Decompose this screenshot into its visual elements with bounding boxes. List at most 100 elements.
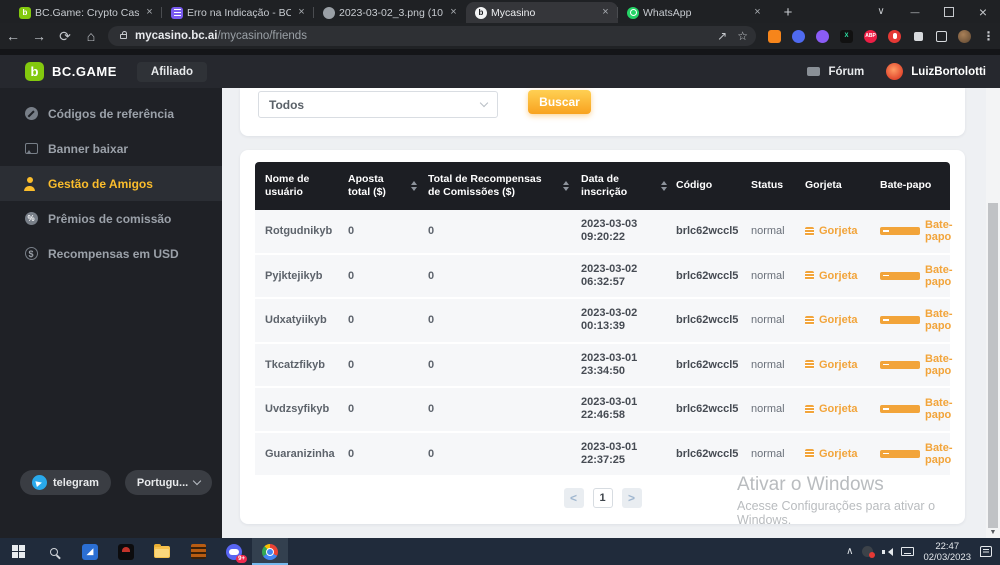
- username[interactable]: LuizBortolotti: [911, 66, 986, 78]
- search-icon: [50, 548, 58, 556]
- tip-link[interactable]: Gorjeta: [805, 270, 880, 282]
- cell-status: normal: [751, 270, 805, 282]
- close-icon[interactable]: [143, 6, 156, 19]
- tray-expand-icon[interactable]: ∧: [846, 546, 853, 557]
- forward-icon[interactable]: →: [26, 28, 52, 44]
- tip-link[interactable]: Gorjeta: [805, 403, 880, 415]
- close-icon[interactable]: [447, 6, 460, 19]
- language-selector[interactable]: Portugu...: [125, 470, 212, 495]
- bookmark-star-icon[interactable]: ☆: [737, 29, 748, 43]
- sidebar-item-commission-rewards[interactable]: % Prêmios de comissão: [0, 201, 222, 236]
- minimize-button[interactable]: [898, 0, 932, 23]
- taskbar-chrome-app[interactable]: [252, 538, 288, 565]
- chat-link[interactable]: Bate-papo: [880, 264, 942, 288]
- chat-bubble-icon: [880, 405, 920, 413]
- cell-bet: 0: [348, 448, 428, 460]
- next-page-button[interactable]: >: [622, 488, 642, 508]
- column-header-date[interactable]: Data de inscrição: [581, 173, 651, 199]
- sort-icon[interactable]: [400, 178, 428, 194]
- tab-png-file[interactable]: 2023-03-02_3.png (1024×76: [314, 2, 466, 23]
- start-button[interactable]: [0, 538, 36, 565]
- language-label: Portugu...: [137, 477, 188, 489]
- extensions-puzzle-icon[interactable]: [912, 30, 925, 43]
- taskbar-game-app[interactable]: [108, 538, 144, 565]
- page-scrollbar[interactable]: ▼: [986, 88, 1000, 538]
- address-bar[interactable]: mycasino.bc.ai/mycasino/friends ↗ ☆: [108, 26, 756, 46]
- prev-page-button[interactable]: <: [564, 488, 584, 508]
- tip-link[interactable]: Gorjeta: [805, 314, 880, 326]
- chat-link[interactable]: Bate-papo: [880, 219, 942, 243]
- tab-whatsapp[interactable]: WhatsApp: [618, 2, 770, 23]
- keyboard-icon[interactable]: [901, 547, 914, 556]
- hand-extension-icon[interactable]: [888, 30, 901, 43]
- bcgame-white-icon: b: [475, 7, 487, 19]
- sidebar-item-banner-download[interactable]: Banner baixar: [0, 131, 222, 166]
- column-header-name: Nome de usuário: [255, 173, 348, 199]
- taskbar-discord-app[interactable]: 9+: [216, 538, 252, 565]
- taskbar-file-explorer[interactable]: [144, 538, 180, 565]
- type-select[interactable]: Todos: [258, 91, 498, 118]
- telegram-button[interactable]: telegram: [20, 470, 111, 495]
- chat-link[interactable]: Bate-papo: [880, 397, 942, 421]
- close-window-button[interactable]: [966, 0, 1000, 23]
- chat-bubble-icon: [880, 227, 920, 235]
- forum-link[interactable]: Fórum: [828, 66, 864, 78]
- tab-search-chevron-icon[interactable]: [864, 0, 898, 23]
- tip-link[interactable]: Gorjeta: [805, 225, 880, 237]
- sidebar-item-referral-codes[interactable]: Códigos de referência: [0, 96, 222, 131]
- page-number-button[interactable]: 1: [593, 488, 613, 508]
- taskbar-cheat-engine-app[interactable]: [180, 538, 216, 565]
- home-icon[interactable]: ⌂: [78, 28, 104, 44]
- maximize-button[interactable]: [932, 0, 966, 23]
- notification-center-icon[interactable]: [980, 546, 992, 557]
- taskbar-search-button[interactable]: [36, 538, 72, 565]
- close-icon[interactable]: [295, 6, 308, 19]
- close-icon[interactable]: [751, 6, 764, 19]
- new-tab-button[interactable]: +: [776, 3, 800, 23]
- share-icon[interactable]: ↗: [717, 29, 727, 43]
- reload-icon[interactable]: ⟳: [52, 28, 78, 45]
- scrollbar-down-arrow-icon[interactable]: ▼: [986, 528, 1000, 538]
- bcgame-logo[interactable]: b: [25, 62, 44, 81]
- tab-title: Mycasino: [491, 7, 595, 19]
- metamask-icon[interactable]: [768, 30, 781, 43]
- green-x-extension-icon[interactable]: X: [840, 30, 853, 43]
- blue-extension-icon[interactable]: [792, 30, 805, 43]
- sort-icon[interactable]: [651, 178, 676, 194]
- tab-title: 2023-03-02_3.png (1024×76: [339, 7, 443, 19]
- tab-erro-indicacao[interactable]: Erro na Indicação - BC.Game: [162, 2, 314, 23]
- sidebar-item-usd-rewards[interactable]: $ Recompensas em USD: [0, 236, 222, 271]
- sidebar-item-label: Recompensas em USD: [48, 247, 179, 261]
- tab-mycasino-active[interactable]: b Mycasino: [466, 2, 618, 23]
- search-button[interactable]: Buscar: [528, 90, 591, 114]
- tab-bcgame[interactable]: b BC.Game: Crypto Casino Gam: [10, 2, 162, 23]
- cell-date: 2023-03-0200:13:39: [581, 307, 676, 333]
- close-icon[interactable]: [599, 6, 612, 19]
- tip-link[interactable]: Gorjeta: [805, 448, 880, 460]
- cell-date: 2023-03-0206:32:57: [581, 263, 676, 289]
- side-panel-icon[interactable]: [936, 31, 947, 42]
- column-header-bet[interactable]: Aposta total ($): [348, 173, 400, 199]
- person-icon: [24, 177, 38, 191]
- tip-link[interactable]: Gorjeta: [805, 359, 880, 371]
- scrollbar-thumb[interactable]: [988, 203, 998, 528]
- chat-link[interactable]: Bate-papo: [880, 308, 942, 332]
- back-icon[interactable]: ←: [0, 28, 26, 44]
- sidebar-item-friends-management[interactable]: Gestão de Amigos: [0, 166, 222, 201]
- chat-link[interactable]: Bate-papo: [880, 353, 942, 377]
- user-avatar[interactable]: [886, 63, 903, 80]
- sort-icon[interactable]: [551, 178, 581, 194]
- purple-extension-icon[interactable]: [816, 30, 829, 43]
- adblock-icon[interactable]: ABP: [864, 30, 877, 43]
- chat-link[interactable]: Bate-papo: [880, 442, 942, 466]
- affiliate-button[interactable]: Afiliado: [137, 62, 207, 82]
- menu-dots-icon[interactable]: ⋮: [982, 30, 995, 43]
- recorder-tray-icon[interactable]: [862, 546, 873, 557]
- column-header-rewards[interactable]: Total de Recompensas de Comissões ($): [428, 173, 551, 199]
- profile-avatar[interactable]: [958, 30, 971, 43]
- cell-status: normal: [751, 314, 805, 326]
- taskbar-clock[interactable]: 22:4702/03/2023: [923, 541, 971, 563]
- taskbar-amd-app[interactable]: ◢: [72, 538, 108, 565]
- link-icon: [24, 107, 38, 121]
- speaker-icon[interactable]: [882, 547, 892, 557]
